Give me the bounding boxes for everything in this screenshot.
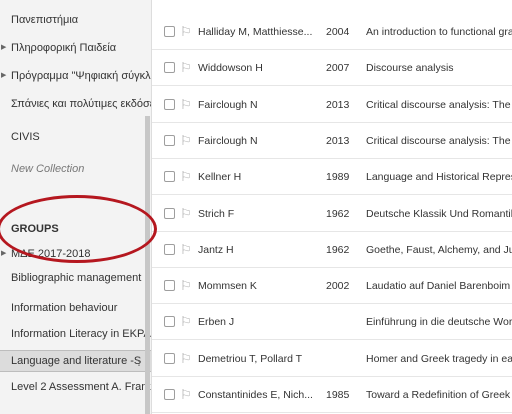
flag-icon[interactable]: ⚐ (180, 95, 192, 115)
title-cell: Laudatio auf Daniel Barenboim bei (366, 280, 512, 293)
author-cell: Kellner H (198, 171, 242, 184)
table-row[interactable]: ⚐ Mommsen K 2002 Laudatio auf Daniel Barenb… (152, 269, 512, 305)
sidebar: Πανεπιστήμια ▶ Πληροφορική Παιδεία ▶ Πρόγραμ… (0, 0, 151, 414)
sidebar-item[interactable]: ▶ Πρόγραμμα "Ψηφιακή σύγκλιση (0, 66, 151, 86)
item-list: ⚐ Halliday M, Matthiesse... 2004 An introdu… (152, 0, 512, 414)
flag-icon[interactable]: ⚐ (180, 22, 192, 42)
author-cell: Fairclough N (198, 98, 258, 111)
row-checkbox[interactable] (164, 98, 175, 110)
flag-icon[interactable]: ⚐ (180, 204, 192, 224)
table-row[interactable]: ⚐ Halliday M, Matthiesse... 2004 An introdu… (152, 15, 512, 50)
sidebar-group-label: Information behaviour (11, 302, 118, 314)
flag-icon[interactable]: ⚐ (180, 58, 192, 78)
row-checkbox[interactable] (164, 171, 175, 183)
year-cell: 1989 (326, 171, 350, 184)
title-cell: Deutsche Klassik Und Romantik, C (366, 207, 512, 220)
sidebar-group-label: Information Literacy in EKPA Lib (11, 328, 151, 340)
row-checkbox[interactable] (164, 243, 175, 255)
title-cell: Critical discourse analysis: The crit (366, 134, 512, 147)
table-row[interactable]: ⚐ Widdowson H 2007 Discourse analysis (152, 51, 512, 87)
author-cell: Widdowson H (198, 62, 263, 75)
sidebar-item-label: New Collection (11, 163, 85, 175)
table-row[interactable]: ⚐ Fairclough N 2013 Critical discourse anal… (152, 124, 512, 159)
flag-icon[interactable]: ⚐ (180, 349, 192, 369)
sidebar-group[interactable]: Bibliographic management (0, 268, 151, 288)
sidebar-item-label: Πανεπιστήμια (11, 14, 79, 26)
sidebar-item[interactable]: New Collection (0, 159, 151, 179)
flag-icon[interactable]: ⚐ (180, 167, 192, 187)
sidebar-group[interactable]: Information behaviour (0, 298, 151, 318)
author-cell: Demetriou T, Pollard T (198, 352, 303, 365)
sidebar-group-label: Bibliographic management (11, 272, 142, 284)
table-row[interactable]: ⚐ Erben J Einführung in die deutsche Wortb… (152, 305, 512, 341)
sidebar-item[interactable]: Σπάνιες και πολύτιμες εκδόσεις (0, 94, 151, 114)
flag-icon[interactable]: ⚐ (180, 276, 192, 296)
sidebar-item[interactable]: Πανεπιστήμια (0, 10, 151, 30)
sidebar-group-label: Language and literature -S (11, 355, 142, 367)
sidebar-group-label: Level 2 Assessment A. Frantzi (11, 381, 151, 393)
author-cell: Mommsen K (198, 280, 257, 293)
year-cell: 1962 (326, 243, 350, 256)
more-options-icon[interactable]: ⋮ (133, 351, 145, 371)
sidebar-group-selected[interactable]: Language and literature -S ⋮ (0, 350, 151, 372)
title-cell: Homer and Greek tragedy in early (366, 352, 512, 365)
title-cell: Discourse analysis (366, 62, 454, 75)
expand-arrow-icon[interactable]: ▶ (1, 66, 6, 86)
title-cell: Einführung in die deutsche Wortbil (366, 316, 512, 329)
row-checkbox[interactable] (164, 389, 175, 400)
sidebar-group[interactable]: Information Literacy in EKPA Lib (0, 324, 151, 344)
groups-heading: GROUPS (11, 223, 59, 235)
flag-icon[interactable]: ⚐ (180, 131, 192, 151)
sidebar-scrollbar[interactable] (145, 116, 150, 414)
row-checkbox[interactable] (164, 207, 175, 219)
year-cell: 2013 (326, 134, 350, 147)
table-row[interactable]: ⚐ Strich F 1962 Deutsche Klassik Und Romant… (152, 197, 512, 232)
year-cell: 2004 (326, 26, 350, 38)
table-row[interactable]: ⚐ Fairclough N 2013 Critical discourse anal… (152, 88, 512, 123)
flag-icon[interactable]: ⚐ (180, 312, 192, 332)
sidebar-group-label: ΜΔΕ 2017-2018 (11, 248, 91, 260)
sidebar-item[interactable]: CIVIS (0, 127, 151, 147)
year-cell: 2002 (326, 280, 350, 293)
row-checkbox[interactable] (164, 62, 175, 74)
author-cell: Constantinides E, Nich... (198, 389, 313, 401)
row-checkbox[interactable] (164, 280, 175, 292)
sidebar-item-label: Πρόγραμμα "Ψηφιακή σύγκλιση (11, 70, 151, 82)
title-cell: Goethe, Faust, Alchemy, and Jung (366, 243, 512, 256)
table-row[interactable]: ⚐ Constantinides E, Nich... 1985 Toward a R… (152, 378, 512, 413)
table-row[interactable]: ⚐ Kellner H 1989 Language and Historical Re… (152, 160, 512, 196)
year-cell: 2007 (326, 62, 350, 75)
row-checkbox[interactable] (164, 316, 175, 328)
sidebar-item-label: Σπάνιες και πολύτιμες εκδόσεις (11, 98, 151, 110)
sidebar-item[interactable]: ▶ Πληροφορική Παιδεία (0, 38, 151, 58)
sidebar-item-label: CIVIS (11, 131, 40, 143)
expand-arrow-icon[interactable]: ▶ (1, 38, 6, 58)
author-cell: Jantz H (198, 243, 234, 256)
title-cell: Toward a Redefinition of Greek Ro (366, 389, 512, 401)
sidebar-item-label: Πληροφορική Παιδεία (11, 42, 117, 54)
sidebar-group[interactable]: Level 2 Assessment A. Frantzi (0, 377, 151, 397)
author-cell: Strich F (198, 207, 235, 220)
title-cell: An introduction to functional grama (366, 26, 512, 38)
row-checkbox[interactable] (164, 26, 175, 37)
title-cell: Critical discourse analysis: The crit (366, 98, 512, 111)
sidebar-group[interactable]: ▶ ΜΔΕ 2017-2018 (0, 244, 151, 264)
table-row[interactable]: ⚐ Jantz H 1962 Goethe, Faust, Alchemy, and … (152, 233, 512, 268)
author-cell: Halliday M, Matthiesse... (198, 26, 313, 38)
author-cell: Fairclough N (198, 134, 258, 147)
title-cell: Language and Historical Represen (366, 171, 512, 184)
flag-icon[interactable]: ⚐ (180, 240, 192, 260)
row-checkbox[interactable] (164, 134, 175, 146)
table-row[interactable]: ⚐ Demetriou T, Pollard T Homer and Greek t… (152, 342, 512, 377)
year-cell: 1962 (326, 207, 350, 220)
year-cell: 1985 (326, 389, 350, 401)
author-cell: Erben J (198, 316, 235, 329)
row-checkbox[interactable] (164, 352, 175, 364)
expand-arrow-icon[interactable]: ▶ (1, 244, 6, 264)
year-cell: 2013 (326, 98, 350, 111)
flag-icon[interactable]: ⚐ (180, 385, 192, 405)
